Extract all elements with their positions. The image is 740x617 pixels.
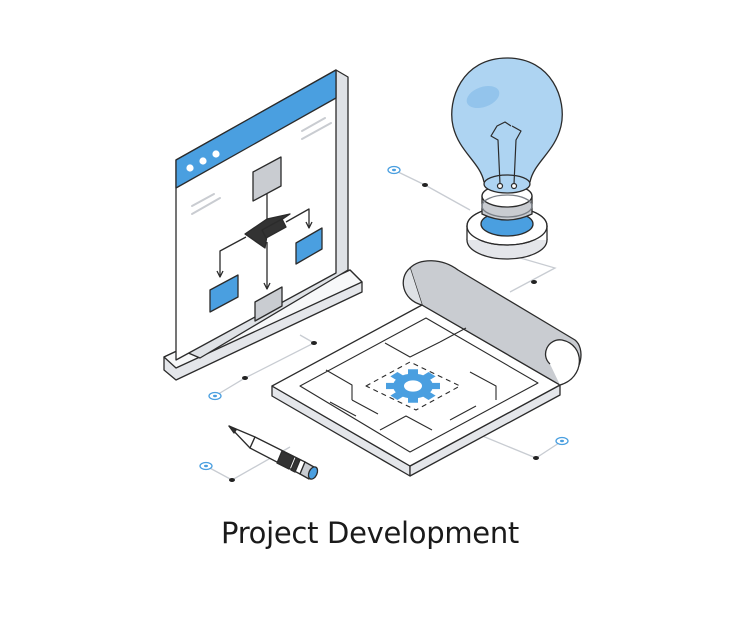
pencil-icon [228, 425, 319, 480]
browser-window-icon [163, 69, 363, 381]
connector-node-icon [387, 165, 401, 175]
connector-node-icon [555, 436, 569, 446]
light-bulb-icon [451, 57, 563, 260]
caption-title: Project Development [221, 516, 519, 550]
connector-node-icon [199, 461, 213, 471]
gear-icon [386, 369, 440, 403]
connector-node-icon [208, 391, 222, 401]
